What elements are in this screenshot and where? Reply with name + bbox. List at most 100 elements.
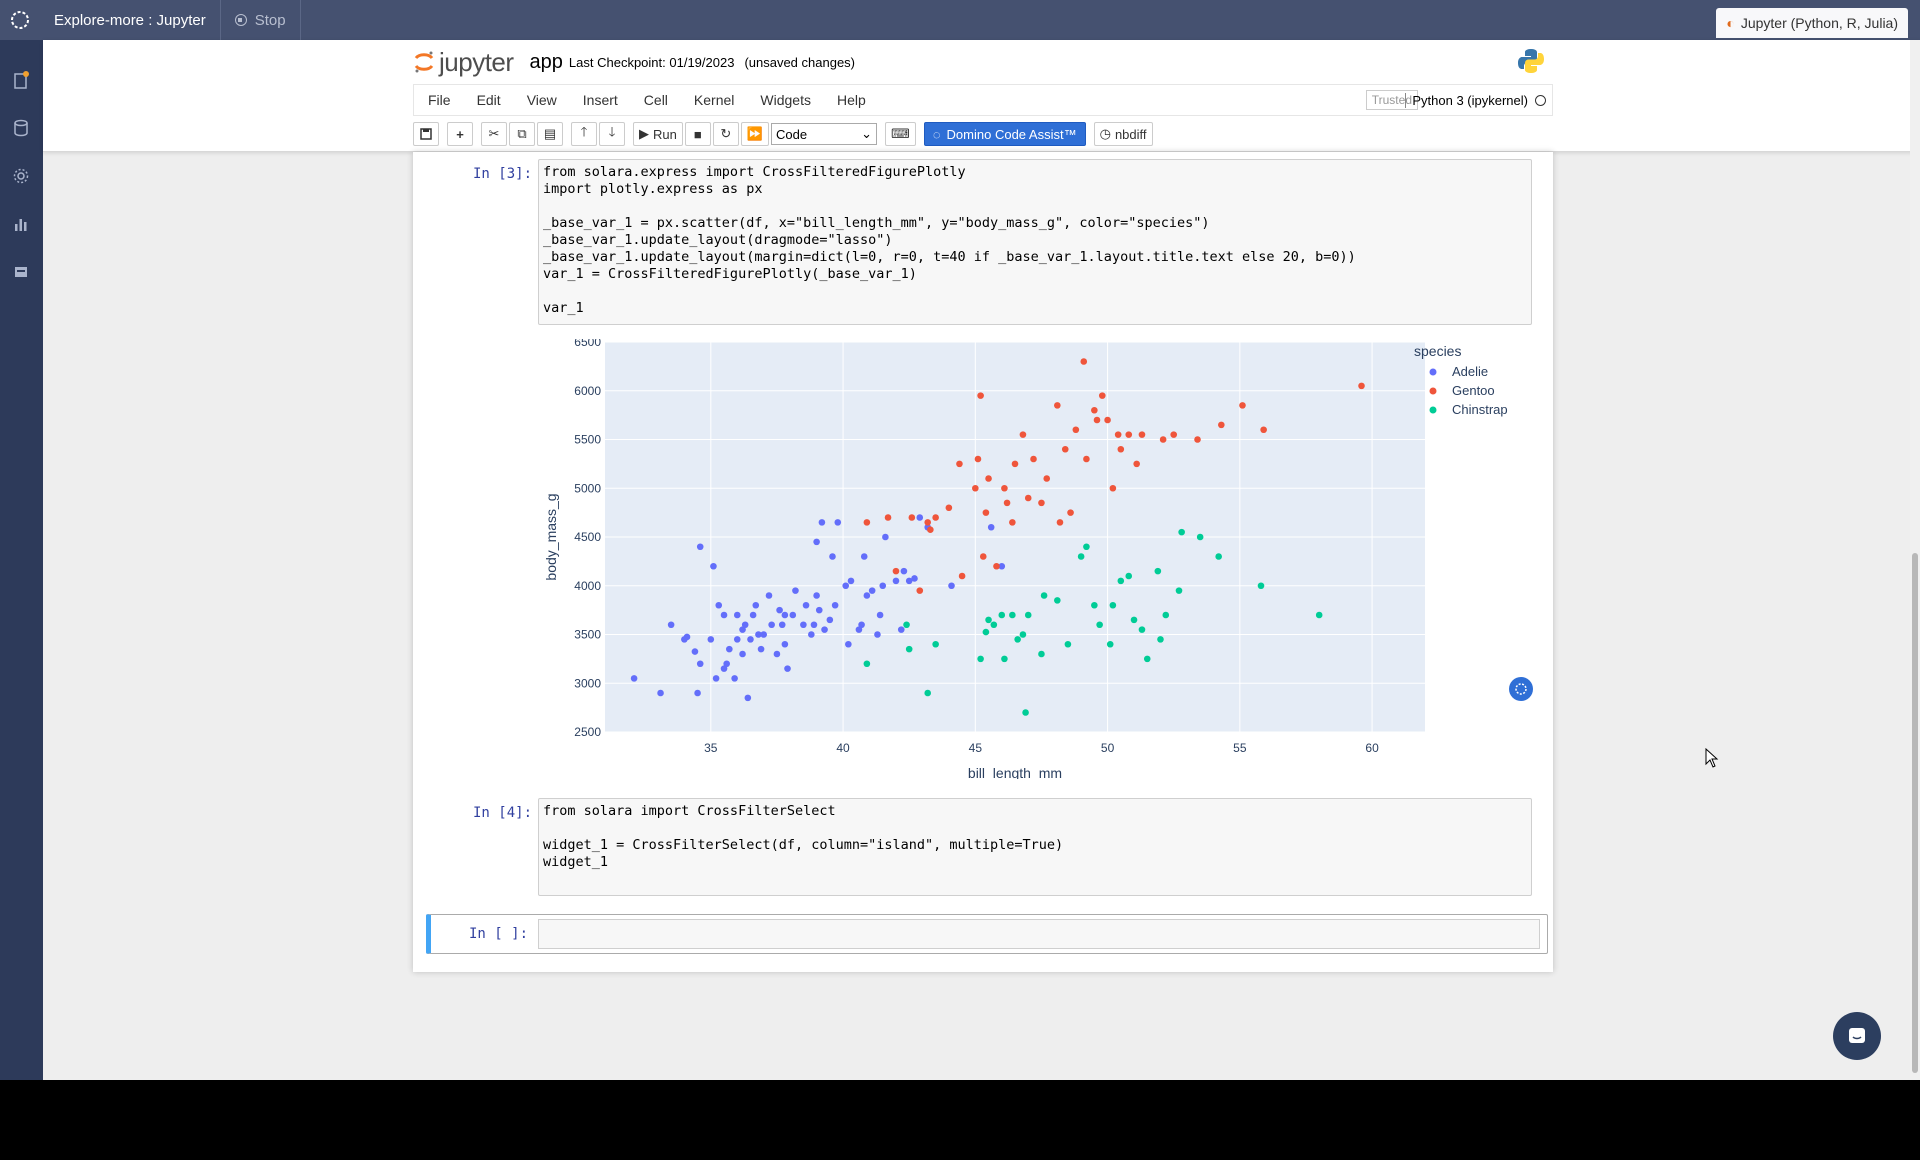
legend-title: species: [1414, 343, 1461, 359]
scatter-point-chinstrap: [998, 611, 1006, 619]
scatter-point-adelie: [723, 660, 730, 668]
charts-icon[interactable]: [12, 215, 30, 233]
scatter-point-gentoo: [1260, 426, 1267, 434]
nbdiff-button[interactable]: ◷ nbdiff: [1093, 122, 1153, 146]
scatter-point-adelie: [768, 621, 775, 629]
scatter-point-adelie: [739, 650, 746, 658]
restart-button[interactable]: ↻: [712, 122, 739, 146]
mouse-cursor-icon: [1705, 748, 1719, 768]
current-cell[interactable]: In [ ]:: [426, 914, 1548, 954]
code-assist-spinner-button[interactable]: [1509, 677, 1533, 701]
code-line: _base_var_1.update_layout(margin=dict(l=…: [543, 249, 1356, 265]
menu-view[interactable]: View: [527, 92, 557, 108]
scatter-point-adelie: [784, 665, 791, 672]
top-bar: Explore-more : Jupyter Stop ◐ Jupyter (Py…: [0, 0, 1920, 40]
menu-insert[interactable]: Insert: [583, 92, 618, 108]
code-cell-3[interactable]: from solara.express import CrossFiltered…: [538, 159, 1532, 325]
domino-logo-icon[interactable]: [0, 0, 40, 40]
scatter-point-adelie: [911, 575, 918, 582]
scatter-point-adelie: [683, 633, 691, 641]
scatter-point-gentoo: [1080, 358, 1088, 365]
environment-tab[interactable]: ◐ Jupyter (Python, R, Julia): [1716, 8, 1908, 38]
scatter-point-gentoo: [982, 509, 990, 516]
play-icon: ▶: [639, 126, 649, 141]
scatter-point-gentoo: [1030, 455, 1037, 463]
move-down-button[interactable]: 🡓: [599, 122, 625, 146]
menu-widgets[interactable]: Widgets: [760, 92, 811, 108]
settings-icon[interactable]: [12, 167, 30, 185]
cell-type-select[interactable]: Code ⌄: [771, 123, 878, 145]
domino-code-assist-button[interactable]: ◌ Domino Code Assist™: [923, 122, 1086, 146]
scatter-point-gentoo: [1038, 499, 1045, 507]
scatter-point-chinstrap: [1257, 582, 1265, 590]
scrollbar-thumb[interactable]: [1912, 553, 1918, 1073]
y-tick-label: 6500: [574, 339, 601, 349]
interrupt-button[interactable]: ■: [684, 122, 711, 146]
restart-run-all-button[interactable]: ⏩: [740, 122, 770, 146]
jupyter-icon: ◐: [1726, 15, 1735, 31]
data-icon[interactable]: [12, 119, 30, 137]
insert-cell-button[interactable]: +: [447, 122, 473, 146]
scatter-point-gentoo: [1239, 402, 1246, 409]
scatter-point-adelie: [900, 567, 908, 575]
menu-edit[interactable]: Edit: [477, 92, 501, 108]
menu-file[interactable]: File: [428, 92, 451, 108]
scatter-point-adelie: [834, 519, 842, 526]
scatter-point-gentoo: [979, 553, 987, 560]
save-button[interactable]: [413, 122, 439, 146]
scissors-icon: ✂: [488, 126, 500, 141]
scatter-point-gentoo: [993, 562, 1000, 570]
scatter-point-adelie: [667, 621, 675, 629]
environment-label: Jupyter (Python, R, Julia): [1740, 15, 1898, 31]
scatter-plot[interactable]: 35 40 45 50 55 60 2500 3000 3500 4000 4500 5000 5500…: [538, 339, 1538, 779]
chat-launcher-button[interactable]: [1833, 1012, 1881, 1060]
stop-button[interactable]: Stop: [221, 0, 301, 40]
menu-help[interactable]: Help: [837, 92, 866, 108]
scatter-point-adelie: [916, 514, 924, 521]
menu-cell[interactable]: Cell: [644, 92, 668, 108]
files-icon[interactable]: [12, 71, 30, 89]
scatter-point-adelie: [747, 636, 754, 643]
copy-icon: ⧉: [517, 126, 527, 141]
scatter-point-gentoo: [1125, 431, 1133, 438]
code-cell-4[interactable]: from solara import CrossFilterSelect​wid…: [538, 798, 1532, 896]
scatter-point-chinstrap: [1091, 601, 1098, 609]
scatter-point-adelie: [826, 616, 834, 624]
scatter-point-adelie: [630, 675, 638, 682]
scatter-point-gentoo: [1218, 421, 1225, 429]
scatter-point-gentoo: [924, 519, 932, 526]
command-palette-button[interactable]: ⌨: [885, 122, 916, 146]
scatter-point-chinstrap: [1106, 640, 1114, 648]
menu-kernel[interactable]: Kernel: [694, 92, 734, 108]
code-line: ​: [543, 198, 1527, 215]
app-icon[interactable]: [12, 263, 30, 281]
keyboard-icon: ⌨: [891, 126, 910, 141]
run-button[interactable]: ▶ Run: [633, 122, 683, 146]
cut-button[interactable]: ✂: [481, 122, 507, 146]
scatter-point-adelie: [845, 640, 852, 648]
scatter-point-adelie: [818, 519, 826, 526]
kernel-name[interactable]: Python 3 (ipykernel): [1405, 93, 1528, 108]
scatter-point-gentoo: [1083, 455, 1090, 463]
workspace-title[interactable]: Explore-more : Jupyter: [40, 0, 221, 40]
empty-code-input[interactable]: [538, 919, 1540, 949]
scatter-point-adelie: [744, 694, 752, 702]
copy-button[interactable]: ⧉: [509, 122, 535, 146]
scatter-point-adelie: [715, 601, 723, 609]
paste-button[interactable]: ▤: [537, 122, 563, 146]
scatter-point-gentoo: [1114, 431, 1122, 438]
scatter-point-adelie: [879, 582, 887, 590]
y-axis-label: body_mass_g: [543, 493, 559, 580]
scatter-point-adelie: [781, 640, 789, 648]
scatter-point-gentoo: [956, 460, 963, 468]
move-up-button[interactable]: 🡑: [571, 122, 597, 146]
scatter-point-chinstrap: [982, 628, 990, 636]
x-tick-label: 50: [1101, 741, 1115, 755]
scatter-point-gentoo: [1170, 431, 1178, 438]
notebook-name[interactable]: app: [530, 51, 563, 74]
paste-icon: ▤: [543, 126, 557, 141]
scatter-point-gentoo: [1072, 426, 1080, 434]
jupyter-wordmark[interactable]: jupyter: [439, 47, 514, 78]
scatter-point-chinstrap: [1022, 709, 1029, 716]
nbdiff-label: nbdiff: [1114, 126, 1147, 142]
